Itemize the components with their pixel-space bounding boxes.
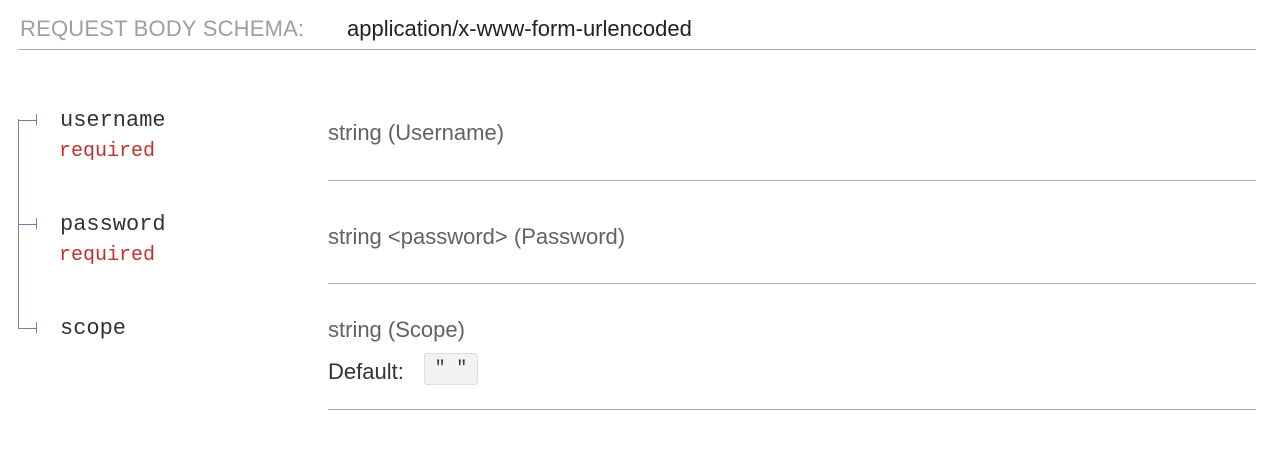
property-separator-password bbox=[328, 283, 1256, 284]
property-separator-scope bbox=[328, 409, 1256, 410]
property-type-scope: string (Scope) bbox=[328, 317, 465, 342]
default-label: Default: bbox=[328, 359, 404, 384]
default-value-chip: " " bbox=[424, 353, 478, 385]
tree-branch-username bbox=[18, 120, 37, 121]
property-name-password[interactable]: password bbox=[60, 212, 166, 237]
property-type-username: string (Username) bbox=[328, 120, 505, 145]
tree-branch-password bbox=[18, 224, 37, 225]
property-type-password: string <password> (Password) bbox=[328, 224, 626, 249]
schema-label: REQUEST BODY SCHEMA: bbox=[20, 16, 305, 41]
tree-branch-tick-username bbox=[36, 114, 37, 125]
property-separator-username bbox=[328, 180, 1256, 181]
tree-branch-scope bbox=[18, 328, 37, 329]
request-body-schema-header: REQUEST BODY SCHEMA: application/x-www-f… bbox=[18, 0, 1256, 50]
tree-branch-tick-password bbox=[36, 218, 37, 229]
property-name-username[interactable]: username bbox=[60, 108, 166, 133]
tree-branch-tick-scope bbox=[36, 322, 37, 333]
property-name-scope[interactable]: scope bbox=[60, 316, 126, 341]
required-badge-username: required bbox=[59, 140, 156, 163]
content-type-value: application/x-www-form-urlencoded bbox=[347, 16, 692, 41]
required-badge-password: required bbox=[59, 244, 156, 267]
